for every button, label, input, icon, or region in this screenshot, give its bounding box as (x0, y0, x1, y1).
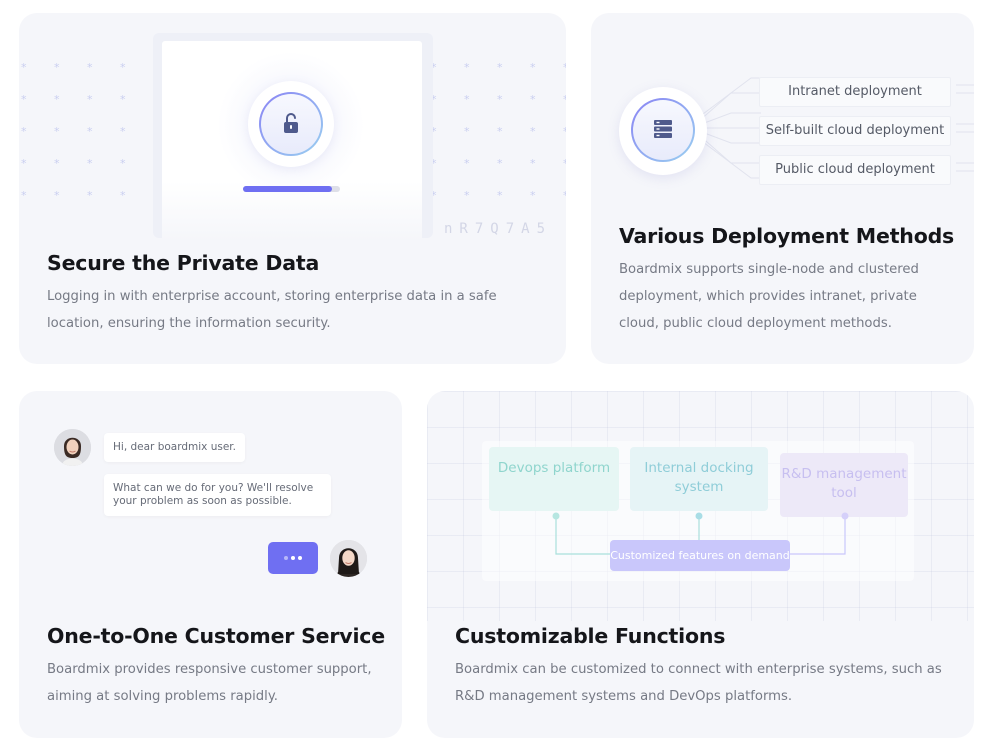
chat-bubble-greeting: Hi, dear boardmix user. (104, 433, 245, 462)
customer-service-card: Hi, dear boardmix user. What can we do f… (19, 391, 402, 738)
deployment-option-public-cloud: Public cloud deployment (759, 155, 951, 185)
chat-bubble-offer: What can we do for you? We'll resolve yo… (104, 474, 331, 516)
system-box-internal-docking: Internal docking system (630, 447, 768, 511)
card-description: Logging in with enterprise account, stor… (47, 289, 497, 331)
deployment-option-self-built-cloud: Self-built cloud deployment (759, 116, 951, 146)
typing-indicator (268, 542, 318, 574)
secure-data-card: * * * * * * * * * * * * * * * * * * * * … (19, 13, 566, 364)
card-description: Boardmix can be customized to connect wi… (455, 662, 942, 704)
progress-bar (243, 186, 340, 192)
progress-bar-fill (243, 186, 333, 192)
system-box-rd-management: R&D management tool (780, 453, 908, 517)
customized-features-pill: Customized features on demand (610, 540, 790, 571)
customizable-functions-card: Devops platform Internal docking system … (427, 391, 974, 738)
background-letters: nR7Q7A5 (444, 221, 553, 237)
card-title: Customizable Functions (455, 624, 726, 648)
card-title: Various Deployment Methods (619, 224, 955, 248)
server-icon (654, 120, 672, 138)
deployment-option-intranet: Intranet deployment (759, 77, 951, 107)
agent-avatar (54, 429, 91, 466)
unlock-icon (284, 113, 298, 133)
card-title: Secure the Private Data (47, 251, 320, 275)
system-box-devops: Devops platform (489, 447, 619, 511)
card-description: Boardmix provides responsive customer su… (47, 662, 372, 704)
card-description: Boardmix supports single-node and cluste… (619, 262, 919, 331)
user-avatar (330, 540, 367, 577)
card-title: One-to-One Customer Service (47, 624, 385, 648)
deployment-card: Intranet deployment Self-built cloud dep… (591, 13, 974, 364)
